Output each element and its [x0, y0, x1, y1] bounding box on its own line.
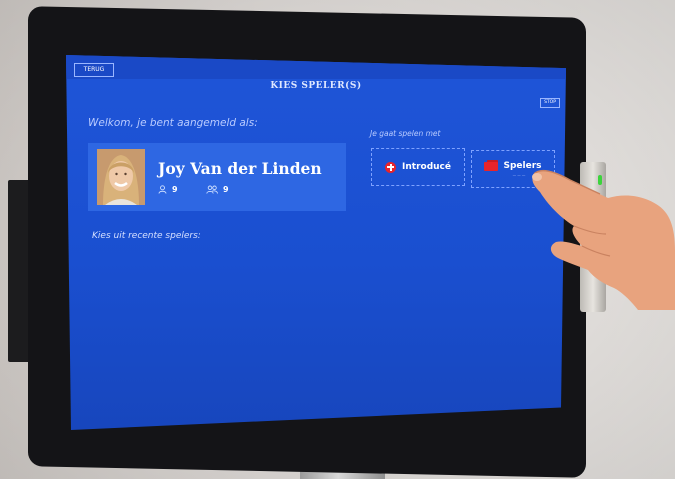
kiosk-screen: TERUG KIES SPELER(S) STOP Welkom, je ben… [66, 55, 566, 430]
stat-one-value: 9 [172, 185, 178, 194]
page-title: KIES SPELER(S) [270, 81, 362, 91]
user-name: Joy Van der Linden [158, 159, 322, 178]
welcome-text: Welkom, je bent aangemeld als: [88, 117, 258, 129]
logged-in-user-card: Joy Van der Linden 9 9 [88, 143, 346, 211]
person-icon [158, 185, 167, 194]
spelers-subtext: — — — [512, 173, 526, 177]
pointing-hand [532, 169, 675, 310]
stat-games: 9 [158, 185, 178, 194]
plus-circle-icon [385, 161, 397, 173]
introduce-button[interactable]: Introducé [371, 148, 465, 186]
avatar [97, 149, 145, 205]
recent-players-label: Kies uit recente spelers: [92, 231, 201, 241]
stat-players: 9 [206, 185, 229, 194]
stop-button[interactable]: STOP [540, 98, 560, 108]
cards-icon [484, 159, 499, 171]
introduce-label: Introducé [402, 162, 451, 172]
group-icon [206, 185, 218, 194]
back-button[interactable]: TERUG [74, 63, 114, 77]
play-with-label: Je gaat spelen met [370, 129, 441, 138]
stat-two-value: 9 [223, 185, 229, 194]
